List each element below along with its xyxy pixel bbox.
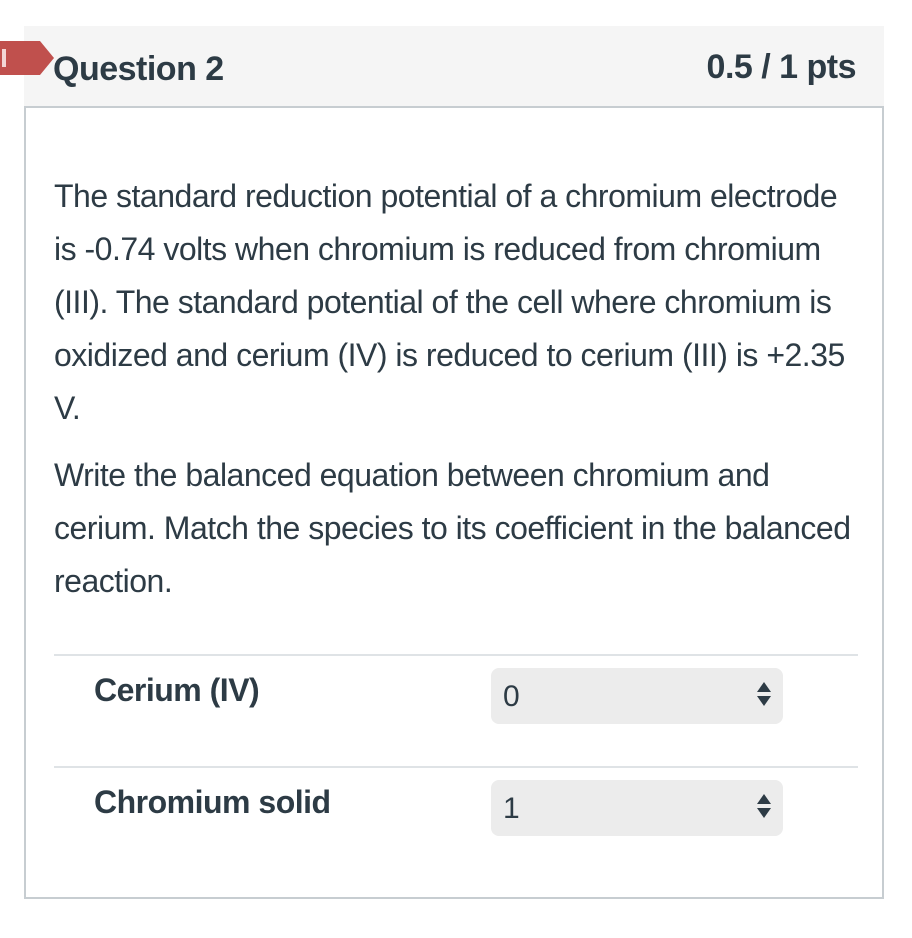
- question-points: 0.5 / 1 pts: [706, 48, 857, 86]
- match-row-chromium-solid: Chromium solid 1: [54, 766, 858, 878]
- match-label: Chromium solid: [94, 784, 331, 820]
- coefficient-select[interactable]: 1: [491, 780, 783, 836]
- question-paragraph: The standard reduction potential of a ch…: [54, 178, 845, 426]
- match-rows: Cerium (IV) 0 Chromium solid 1: [54, 654, 858, 878]
- question-header: Question 2 0.5 / 1 pts: [0, 26, 884, 108]
- select-arrows-icon: [757, 794, 771, 822]
- select-value: 0: [503, 680, 520, 713]
- arrow-up-icon: [757, 682, 771, 692]
- flag-stripe: [2, 49, 6, 67]
- question-title: Question 2: [53, 50, 224, 88]
- match-row-cerium-iv: Cerium (IV) 0: [54, 654, 858, 766]
- question-card: Question 2 0.5 / 1 pts The standard redu…: [0, 26, 884, 899]
- flag-point: [40, 41, 54, 75]
- select-value: 1: [503, 792, 520, 825]
- question-paragraph: Write the balanced equation between chro…: [54, 457, 851, 599]
- question-body: The standard reduction potential of a ch…: [24, 108, 884, 899]
- arrow-down-icon: [757, 808, 771, 818]
- arrow-down-icon: [757, 696, 771, 706]
- question-text: The standard reduction potential of a ch…: [54, 170, 854, 622]
- select-arrows-icon: [757, 682, 771, 710]
- arrow-up-icon: [757, 794, 771, 804]
- flag-body: [0, 41, 40, 75]
- coefficient-select[interactable]: 0: [491, 668, 783, 724]
- match-label: Cerium (IV): [94, 672, 260, 708]
